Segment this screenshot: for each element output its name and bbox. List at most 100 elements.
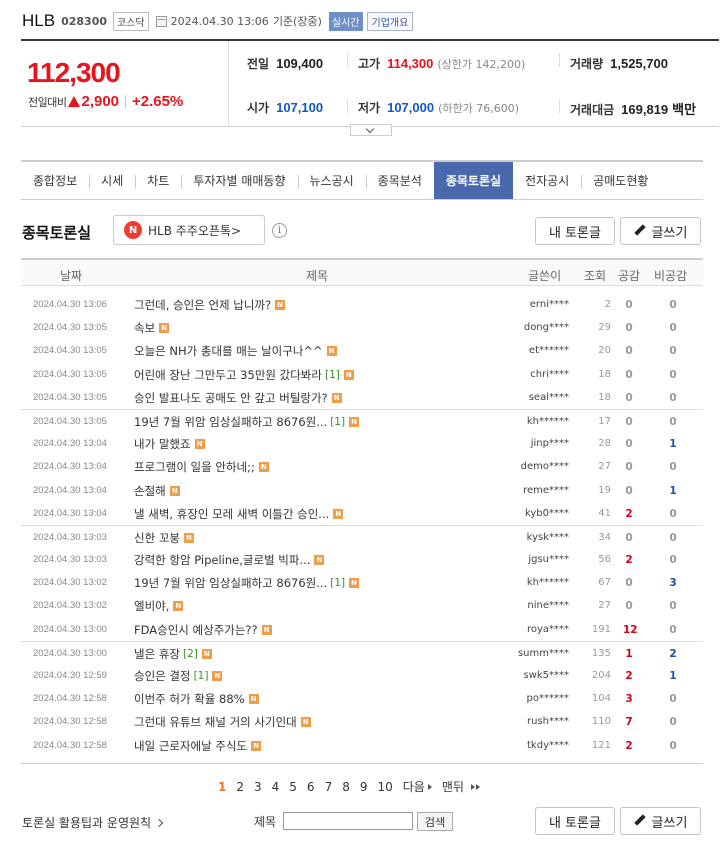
tab-2[interactable]: 시세 [89,162,135,199]
post-title-link[interactable]: 낼은 휴장 [2] N [134,646,212,662]
search-button[interactable]: 검색 [417,812,453,831]
info-icon[interactable]: i [272,223,287,238]
post-title-link[interactable]: 속보 N [134,320,170,336]
page-4[interactable]: 4 [267,780,285,794]
divider [347,99,348,113]
tab-6[interactable]: 종목분석 [365,162,434,199]
post-date: 2024.04.30 13:02 [33,577,107,589]
page-6[interactable]: 6 [302,780,320,794]
post-title-link[interactable]: 낼 새벽, 휴장인 모레 새벽 이틀간 승인... N [134,506,344,522]
tab-3[interactable]: 차트 [135,162,181,199]
post-date: 2024.04.30 13:05 [33,345,107,357]
quote-panel: 112,300 전일대비 2,900 +2.65% 전일 109,400 고가 … [21,39,719,127]
page-10[interactable]: 10 [372,780,397,794]
post-like: 0 [625,368,633,381]
tab-8[interactable]: 전자공시 [513,162,581,199]
post-like: 0 [625,322,633,335]
post-title-link[interactable]: 19년 7월 위암 임상실패하고 8676원... [1] N [134,414,360,430]
divider [559,53,560,67]
divider [347,53,348,67]
up-triangle-icon [68,96,81,107]
post-title-link[interactable]: 내일 근로자에날 주식도 N [134,738,262,754]
post-dislike: 1 [669,438,677,451]
page-2[interactable]: 2 [231,780,249,794]
volume-value: 1,525,700 [610,56,668,71]
table-row: 2024.04.30 12:59 승인은 결정 [1] Nswk5**** 204 2 1 [21,664,703,687]
page-3[interactable]: 3 [249,780,267,794]
post-title-link[interactable]: 엘비야, N [134,598,184,614]
low-price: 저가 107,000 (하한가 76,600) [358,99,519,116]
company-info-dropdown[interactable]: 기업개요 [366,11,414,31]
post-views: 67 [598,577,611,589]
post-title-link[interactable]: 승인은 결정 [1] N [134,668,223,684]
post-title-link[interactable]: 그런대 유튜브 채널 거의 사기인대 N [134,714,311,730]
post-date: 2024.04.30 13:05 [33,415,107,427]
post-like: 0 [625,484,633,497]
chevron-right-icon [154,818,164,827]
prev-close: 전일 109,400 [247,55,323,72]
open-talk-button[interactable]: N HLB 주주오픈톡> [113,215,265,245]
post-title-link[interactable]: FDA승인시 예상주가는?? N [134,622,272,638]
open-price: 시가 107,100 [247,99,323,116]
write-label: 글쓰기 [651,225,688,241]
post-title-link[interactable]: 내가 말했죠 N [134,436,205,452]
post-date: 2024.04.30 13:00 [33,623,107,635]
tab-5[interactable]: 뉴스공시 [297,162,366,199]
post-dislike: 0 [669,322,677,335]
post-title: 내가 말했죠 [134,437,191,452]
expand-toggle-button[interactable] [350,124,392,136]
page-9[interactable]: 9 [355,780,373,794]
post-title-link[interactable]: 오늘은 NH가 총대를 매는 날이구나^^ N [134,343,337,359]
pagination: 1 2 3 4 5 6 7 8 9 10 다음 맨뒤 [213,778,485,795]
post-dislike: 0 [669,531,677,544]
post-date: 2024.04.30 13:04 [33,461,107,473]
post-views: 204 [591,670,611,681]
search-input[interactable] [283,812,413,830]
table-row: 2024.04.30 13:04 손절해 Nreme**** 19 0 1 [21,479,703,502]
post-date: 2024.04.30 13:05 [33,322,107,334]
post-title-link[interactable]: 이번주 허가 확율 88% N [134,691,259,707]
tab-9[interactable]: 공매도현황 [581,162,660,199]
stock-name: HLB [22,11,56,30]
board-tips-label: 토론실 활용팁과 운영원칙 [22,816,152,830]
page-7[interactable]: 7 [320,780,338,794]
write-button[interactable]: 글쓰기 [620,217,701,245]
post-title-link[interactable]: 그런데, 승인은 언제 납니까? N [134,297,286,313]
post-dislike: 0 [669,507,677,520]
post-date: 2024.04.30 13:05 [33,368,107,380]
table-header: 날짜 제목 글쓴이 조회 공감 비공감 [21,258,703,286]
tab-1[interactable]: 종합정보 [21,162,89,199]
post-writer: erni**** [529,299,569,310]
page-5[interactable]: 5 [284,780,302,794]
post-title: 강력한 항암 Pipeline,글로벌 빅파... [134,553,311,568]
last-page-label: 맨뒤 [441,780,464,794]
post-like: 0 [625,391,633,404]
post-title-link[interactable]: 손절해 N [134,483,180,499]
post-writer: dong**** [523,322,569,334]
write-button-bottom[interactable]: 글쓰기 [620,807,701,835]
table-row: 2024.04.30 12:58 내일 근로자에날 주식도 Ntkdy**** 121… [21,734,703,757]
realtime-button[interactable]: 실시간 [328,11,363,31]
post-title-link[interactable]: 19년 7월 위암 임상실패하고 8676원... [1] N [134,575,360,591]
tab-7[interactable]: 종목토론실 [433,162,514,199]
post-dislike: 0 [669,716,677,729]
my-discussion-button[interactable]: 내 토론글 [535,217,615,245]
trade-amount: 거래대금 169,819 백만 [570,99,696,118]
board-tips-link[interactable]: 토론실 활용팁과 운영원칙 [22,814,164,831]
post-title-link[interactable]: 프로그램이 일을 안하네;; N [134,459,269,475]
post-title-link[interactable]: 승인 발표나도 공매도 안 갚고 버틸랑가? N [134,390,342,406]
page-1[interactable]: 1 [213,780,231,794]
post-title-link[interactable]: 신한 꼬붕 N [134,530,194,546]
post-views: 18 [598,391,611,403]
post-dislike: 2 [669,647,677,660]
post-title-link[interactable]: 강력한 항암 Pipeline,글로벌 빅파... N [134,552,325,568]
next-page-link[interactable]: 다음 [398,778,437,795]
page-8[interactable]: 8 [337,780,355,794]
last-page-link[interactable]: 맨뒤 [437,778,485,795]
my-discussion-button-bottom[interactable]: 내 토론글 [535,807,615,835]
post-writer: po****** [526,693,569,705]
post-like: 3 [625,693,633,706]
tab-4[interactable]: 투자자별 매매동향 [181,162,297,199]
post-dislike: 3 [669,577,677,590]
post-title-link[interactable]: 어린애 장난 그만두고 35만원 갔다봐라 [1] N [134,367,354,383]
